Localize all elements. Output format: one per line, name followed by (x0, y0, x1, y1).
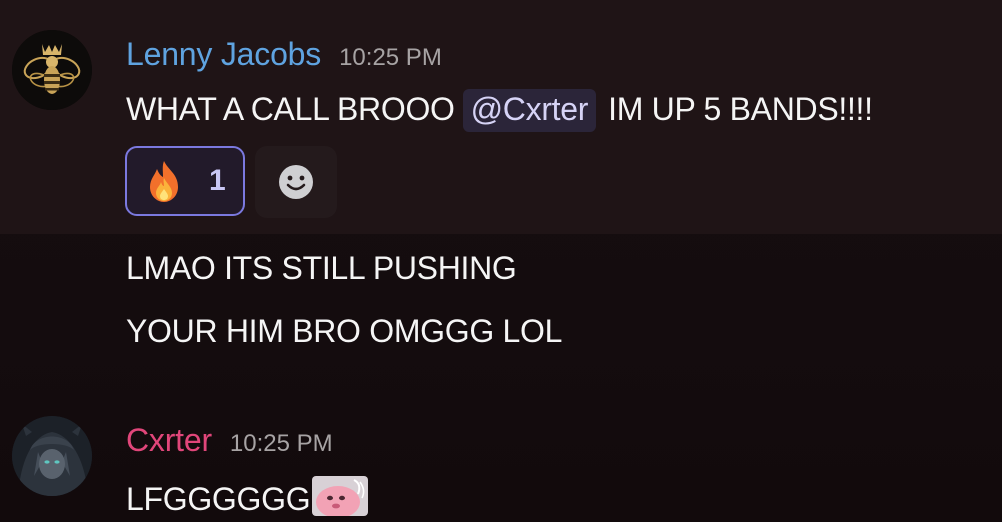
message-text-part: WHAT A CALL BROOO (126, 91, 455, 127)
crowned-bee-icon (12, 30, 92, 110)
message-header: Lenny Jacobs 10:25 PM (126, 36, 442, 73)
message-header: Cxrter 10:25 PM (126, 422, 333, 459)
avatar[interactable] (12, 30, 92, 110)
message-text: LMAO ITS STILL PUSHING (126, 250, 517, 286)
reactions-bar: 1 (125, 146, 337, 218)
dark-anime-avatar-icon (12, 416, 92, 496)
smiley-add-reaction-icon (279, 165, 313, 199)
fire-emoji-icon (150, 161, 178, 202)
message-text-part: IM UP 5 BANDS!!!! (608, 91, 873, 127)
message-text: WHAT A CALL BROOO @Cxrter IM UP 5 BANDS!!!… (126, 89, 873, 132)
message-text-part: LFGGGGGG (126, 481, 311, 517)
pink-blob-emoji-icon[interactable] (312, 476, 369, 516)
message-text: YOUR HIM BRO OMGGG LOL (126, 313, 563, 349)
username[interactable]: Cxrter (126, 422, 212, 459)
timestamp[interactable]: 10:25 PM (230, 430, 333, 458)
avatar[interactable] (12, 416, 92, 496)
message-text: LFGGGGGG (126, 476, 369, 518)
reaction-count: 1 (209, 164, 226, 197)
add-reaction-button[interactable] (255, 146, 337, 218)
reaction-fire[interactable]: 1 (125, 146, 245, 216)
timestamp[interactable]: 10:25 PM (339, 44, 442, 72)
username[interactable]: Lenny Jacobs (126, 36, 321, 73)
user-mention[interactable]: @Cxrter (462, 89, 597, 132)
